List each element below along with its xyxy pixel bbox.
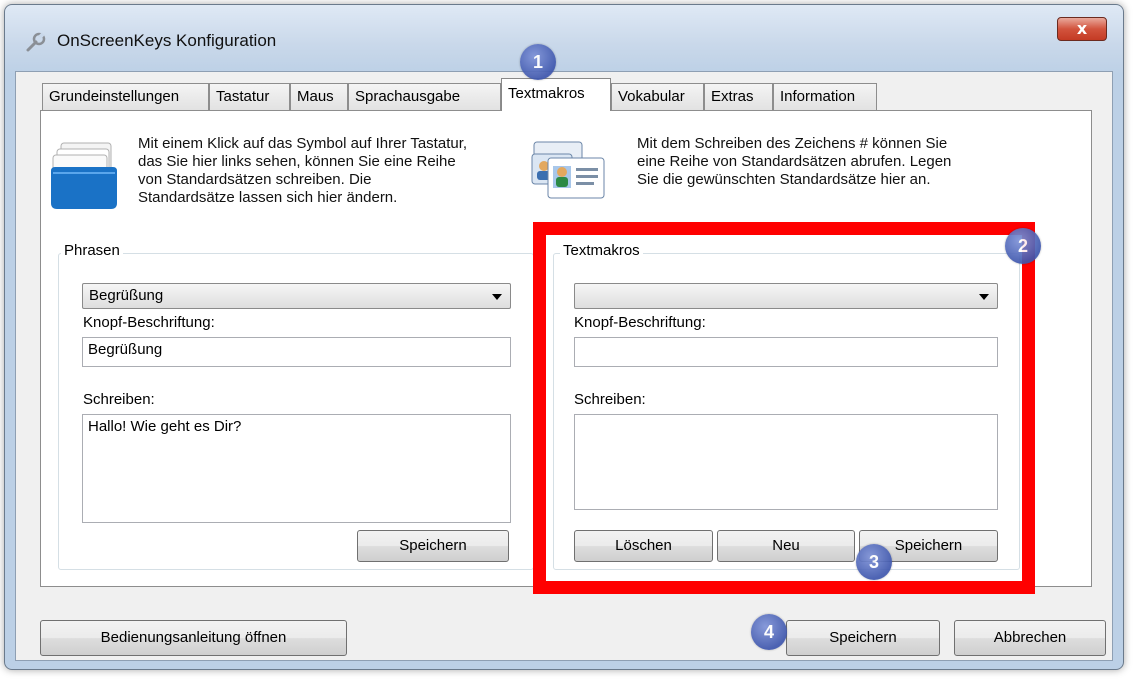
tab-sprachausgabe[interactable]: Sprachausgabe [348, 83, 501, 110]
tab-tastatur[interactable]: Tastatur [209, 83, 290, 110]
folder-stack-icon [51, 142, 117, 209]
marker-2: 2 [1005, 228, 1041, 264]
left-caption-label: Knopf-Beschriftung: [83, 314, 215, 331]
close-button[interactable]: x [1057, 17, 1107, 41]
marker-4: 4 [751, 614, 787, 650]
left-save-button[interactable]: Speichern [357, 530, 509, 562]
phrasen-combo-value: Begrüßung [89, 287, 164, 304]
contact-cards-icon [531, 141, 605, 199]
chevron-down-icon [979, 294, 989, 300]
left-description: Mit einem Klick auf das Symbol auf Ihrer… [138, 135, 468, 206]
tab-textmakros[interactable]: Textmakros [501, 78, 611, 111]
right-write-textarea[interactable] [574, 414, 998, 510]
textmakros-panel: Mit einem Klick auf das Symbol auf Ihrer… [40, 110, 1092, 587]
tab-vokabular[interactable]: Vokabular [611, 83, 704, 110]
config-window: OnScreenKeys Konfiguration x Grundeinste… [4, 4, 1124, 670]
tab-information[interactable]: Information [773, 83, 877, 110]
footer-save-button[interactable]: Speichern [786, 620, 940, 656]
phrasen-combo[interactable]: Begrüßung [82, 283, 511, 309]
textmakros-group-title: Textmakros [560, 242, 643, 259]
marker-1: 1 [520, 44, 556, 80]
tab-extras[interactable]: Extras [704, 83, 773, 110]
client-area: Grundeinstellungen Tastatur Maus Spracha… [15, 71, 1113, 661]
tab-grundeinstellungen[interactable]: Grundeinstellungen [42, 83, 209, 110]
right-write-label: Schreiben: [574, 391, 646, 408]
chevron-down-icon [492, 294, 502, 300]
right-description: Mit dem Schreiben des Zeichens # können … [637, 135, 952, 188]
cancel-button[interactable]: Abbrechen [954, 620, 1106, 656]
right-caption-label: Knopf-Beschriftung: [574, 314, 706, 331]
wrench-icon [26, 32, 46, 52]
left-write-label: Schreiben: [83, 391, 155, 408]
window-title: OnScreenKeys Konfiguration [57, 31, 277, 50]
right-caption-input[interactable] [574, 337, 998, 367]
tab-maus[interactable]: Maus [290, 83, 348, 110]
marker-3: 3 [856, 544, 892, 580]
textmakros-combo[interactable] [574, 283, 998, 309]
left-write-textarea[interactable]: Hallo! Wie geht es Dir? [82, 414, 511, 523]
open-manual-button[interactable]: Bedienungsanleitung öffnen [40, 620, 347, 656]
left-caption-input[interactable]: Begrüßung [82, 337, 511, 367]
phrasen-group-title: Phrasen [61, 242, 123, 259]
title-bar: OnScreenKeys Konfiguration x [5, 5, 1123, 71]
delete-button[interactable]: Löschen [574, 530, 713, 562]
new-button[interactable]: Neu [717, 530, 855, 562]
